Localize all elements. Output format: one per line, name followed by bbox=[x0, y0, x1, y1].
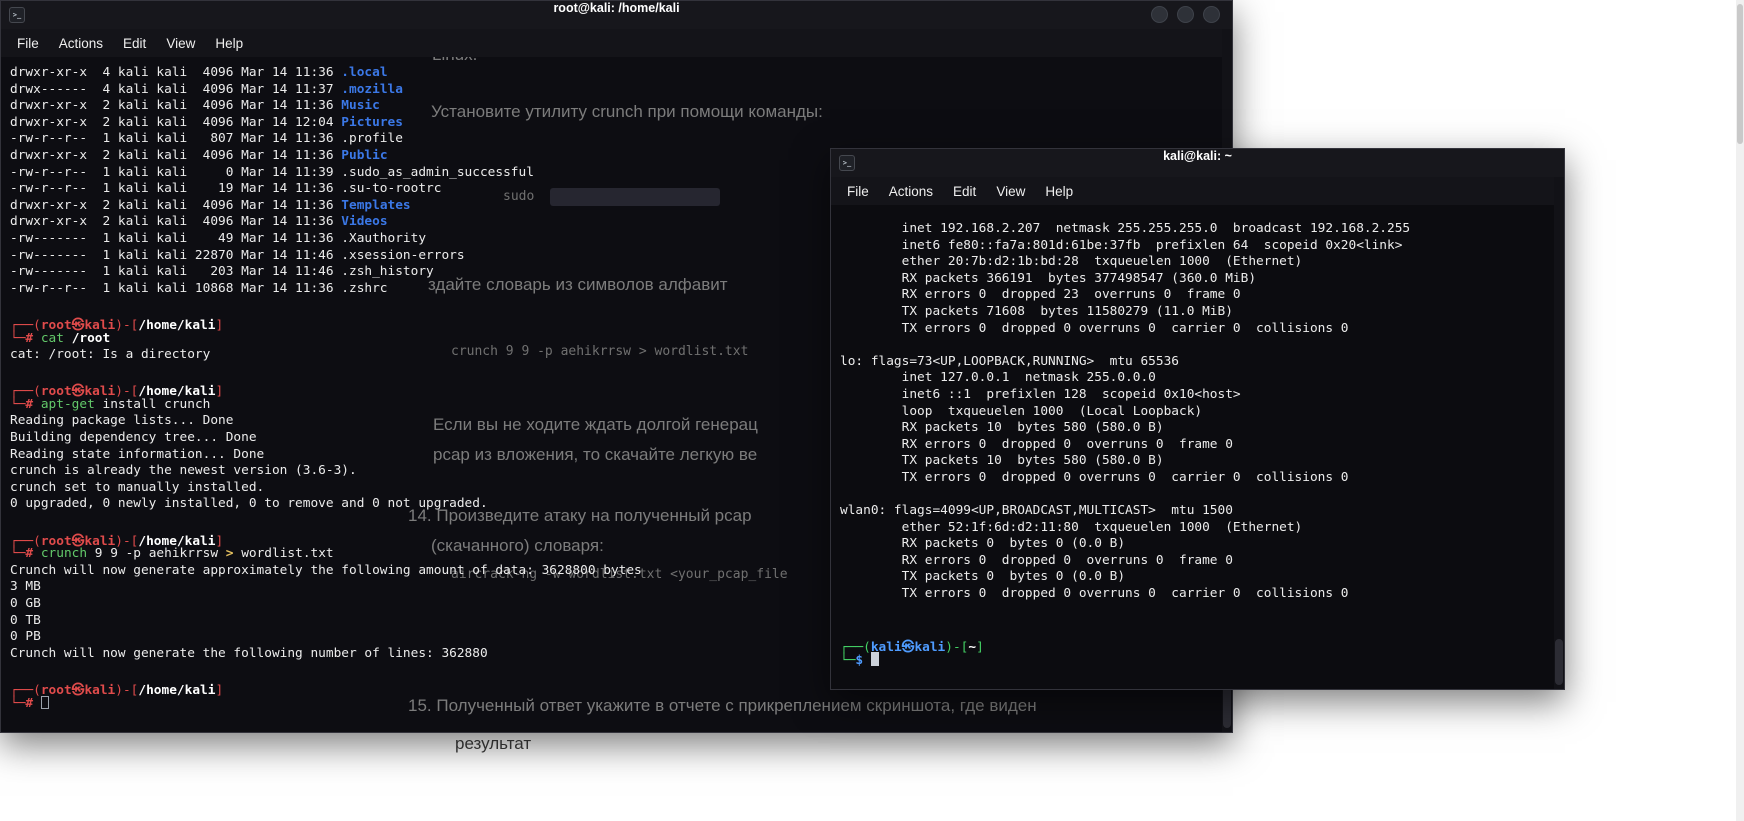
terminal-line: drwx------ 4 kali kali 4096 Mar 14 11:37… bbox=[10, 82, 1219, 99]
terminal-scrollbar[interactable] bbox=[1554, 177, 1564, 689]
terminal-line bbox=[840, 337, 1551, 354]
terminal-scrollbar-thumb[interactable] bbox=[1555, 639, 1563, 685]
maximize-button[interactable] bbox=[1177, 6, 1194, 23]
menu-item-actions[interactable]: Actions bbox=[889, 184, 933, 199]
window-title: root@kali: /home/kali bbox=[1, 1, 1232, 29]
terminal-line: drwxr-xr-x 2 kali kali 4096 Mar 14 11:36… bbox=[10, 98, 1219, 115]
terminal-line: drwxr-xr-x 2 kali kali 4096 Mar 14 12:04… bbox=[10, 115, 1219, 132]
terminal-line: ether 52:1f:6d:d2:11:80 txqueuelen 1000 … bbox=[840, 520, 1551, 537]
window-title: kali@kali: ~ bbox=[831, 149, 1564, 177]
menu-item-edit[interactable]: Edit bbox=[123, 36, 146, 51]
terminal-line: └─# bbox=[10, 696, 1219, 713]
terminal-line: lo: flags=73<UP,LOOPBACK,RUNNING> mtu 65… bbox=[840, 354, 1551, 371]
menu-bar: File Actions Edit View Help bbox=[1, 29, 1232, 57]
terminal-line: ether 20:7b:d2:1b:bd:28 txqueuelen 1000 … bbox=[840, 254, 1551, 271]
terminal-line: └─$ bbox=[840, 652, 1551, 669]
terminal-line: TX packets 71608 bytes 11580279 (11.0 Mi… bbox=[840, 304, 1551, 321]
doc-text-fragment: результат bbox=[455, 734, 531, 754]
title-bar[interactable]: >_ root@kali: /home/kali bbox=[1, 1, 1232, 29]
terminal-window-kali: >_ kali@kali: ~ FileActionsEditViewHelp … bbox=[830, 148, 1565, 690]
desktop: результат Kali ToolsKali DocsKali Forums… bbox=[0, 0, 1744, 821]
close-button[interactable] bbox=[1203, 6, 1220, 23]
terminal-line: ┌──(kali㉿kali)-[~] bbox=[840, 636, 1551, 653]
terminal-line: RX errors 0 dropped 0 overruns 0 frame 0 bbox=[840, 553, 1551, 570]
terminal-line bbox=[840, 619, 1551, 636]
terminal-line: drwxr-xr-x 4 kali kali 4096 Mar 14 11:36… bbox=[10, 65, 1219, 82]
terminal-line: inet 192.168.2.207 netmask 255.255.255.0… bbox=[840, 221, 1551, 238]
terminal-line: RX packets 366191 bytes 377498547 (360.0… bbox=[840, 271, 1551, 288]
menu-item-view[interactable]: View bbox=[166, 36, 195, 51]
terminal-cursor bbox=[871, 652, 879, 666]
menu-item-help[interactable]: Help bbox=[215, 36, 243, 51]
terminal-line: TX errors 0 dropped 0 overruns 0 carrier… bbox=[840, 321, 1551, 338]
terminal-line: wlan0: flags=4099<UP,BROADCAST,MULTICAST… bbox=[840, 503, 1551, 520]
terminal-output[interactable]: inet 192.168.2.207 netmask 255.255.255.0… bbox=[840, 205, 1551, 685]
menu-item-file[interactable]: File bbox=[847, 184, 869, 199]
terminal-line: TX errors 0 dropped 0 overruns 0 carrier… bbox=[840, 470, 1551, 487]
terminal-line: loop txqueuelen 1000 (Local Loopback) bbox=[840, 404, 1551, 421]
terminal-line: inet6 fe80::fa7a:801d:61be:37fb prefixle… bbox=[840, 238, 1551, 255]
menu-item-actions[interactable]: Actions bbox=[59, 36, 103, 51]
browser-scrollbar[interactable] bbox=[1736, 0, 1744, 821]
terminal-line bbox=[840, 603, 1551, 620]
menu-bar: File Actions Edit View Help bbox=[831, 177, 1564, 205]
terminal-line: RX packets 10 bytes 580 (580.0 B) bbox=[840, 420, 1551, 437]
menu-item-view[interactable]: View bbox=[996, 184, 1025, 199]
terminal-line: inet6 ::1 prefixlen 128 scopeid 0x10<hos… bbox=[840, 387, 1551, 404]
terminal-line: -rw-r--r-- 1 kali kali 807 Mar 14 11:36 … bbox=[10, 131, 1219, 148]
terminal-line: inet 127.0.0.1 netmask 255.0.0.0 bbox=[840, 370, 1551, 387]
terminal-line: TX packets 0 bytes 0 (0.0 B) bbox=[840, 569, 1551, 586]
minimize-button[interactable] bbox=[1151, 6, 1168, 23]
terminal-line: RX packets 0 bytes 0 (0.0 B) bbox=[840, 536, 1551, 553]
terminal-line: TX packets 10 bytes 580 (580.0 B) bbox=[840, 453, 1551, 470]
terminal-line: RX errors 0 dropped 23 overruns 0 frame … bbox=[840, 287, 1551, 304]
terminal-cursor bbox=[41, 696, 49, 709]
menu-item-file[interactable]: File bbox=[17, 36, 39, 51]
menu-item-edit[interactable]: Edit bbox=[953, 184, 976, 199]
menu-item-help[interactable]: Help bbox=[1045, 184, 1073, 199]
terminal-line bbox=[840, 487, 1551, 504]
title-bar[interactable]: >_ kali@kali: ~ bbox=[831, 149, 1564, 177]
terminal-line: TX errors 0 dropped 0 overruns 0 carrier… bbox=[840, 586, 1551, 603]
terminal-line: RX errors 0 dropped 0 overruns 0 frame 0 bbox=[840, 437, 1551, 454]
browser-scrollbar-thumb[interactable] bbox=[1737, 4, 1743, 144]
window-controls bbox=[1151, 6, 1220, 23]
